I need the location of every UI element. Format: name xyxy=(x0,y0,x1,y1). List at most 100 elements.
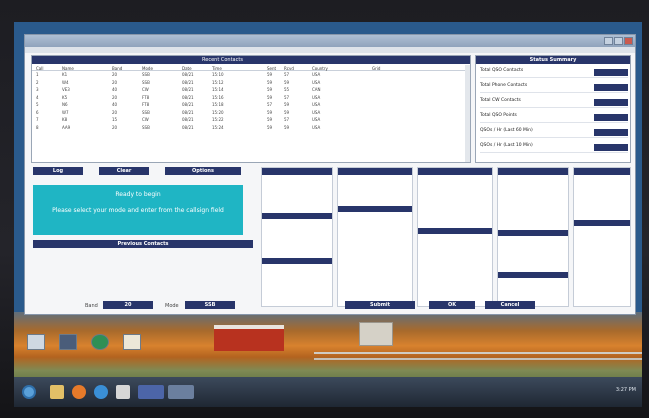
col5-header xyxy=(574,168,630,175)
table-cell: W4 xyxy=(62,79,69,85)
status-row: Total QSO Points xyxy=(480,113,628,123)
status-row-label: Total CW Contacts xyxy=(480,98,521,103)
table-cell: 08/21 xyxy=(182,87,194,92)
options-button[interactable]: Options xyxy=(165,167,241,175)
table-cell: 20 xyxy=(112,72,118,77)
table-col-header[interactable]: Mode xyxy=(142,66,153,71)
table-cell: 08/21 xyxy=(182,124,194,130)
clear-button[interactable]: Clear xyxy=(99,167,149,175)
status-message-title: Ready to begin xyxy=(115,191,161,198)
taskbar-browser-icon[interactable] xyxy=(94,385,108,399)
table-cell: 59 xyxy=(284,109,290,115)
table-cell: 20 xyxy=(112,94,118,100)
start-button[interactable] xyxy=(22,385,36,399)
table-cell: 59 xyxy=(267,87,273,92)
col3-header xyxy=(418,168,492,175)
table-cell: 15:18 xyxy=(212,102,224,107)
table-cell: 08/21 xyxy=(182,102,194,107)
table-cell: 15:24 xyxy=(212,124,224,130)
table-cell: 15:16 xyxy=(212,94,224,100)
taskbar-clock[interactable]: 3:27 PM xyxy=(616,387,636,393)
table-row[interactable]: 5 N6 40 FT8 08/21 15:18 57 59 USA xyxy=(32,102,470,110)
status-message-body: Please select your mode and enter from t… xyxy=(52,207,224,214)
table-row[interactable]: 8 AA9 20 SSB 08/21 15:24 59 59 USA xyxy=(32,125,470,133)
close-button[interactable] xyxy=(624,37,633,45)
table-cell: 59 xyxy=(284,102,290,107)
table-cell: 59 xyxy=(267,94,273,100)
cancel-button[interactable]: Cancel xyxy=(485,301,535,309)
submit-button[interactable]: Submit xyxy=(345,301,415,309)
table-col-header[interactable]: Time xyxy=(212,66,222,71)
table-cell: 4 xyxy=(36,94,39,100)
table-cell: 55 xyxy=(284,87,290,92)
taskbar-window2-icon[interactable] xyxy=(168,385,194,399)
previous-contacts-header: Previous Contacts xyxy=(33,240,253,248)
log-button[interactable]: Log xyxy=(33,167,83,175)
table-cell: SSB xyxy=(142,109,150,115)
table-cell: 8 xyxy=(36,124,39,130)
taskbar-folder-icon[interactable] xyxy=(50,385,64,399)
desktop-icon-user[interactable] xyxy=(54,334,82,356)
menu-bar xyxy=(25,47,635,53)
table-col-header[interactable]: Grid xyxy=(372,66,380,71)
table-row[interactable]: 3 VE3 40 CW 08/21 15:14 59 55 CAN xyxy=(32,87,470,95)
mode-value[interactable]: SSB xyxy=(185,301,235,309)
table-cell: SSB xyxy=(142,124,150,130)
taskbar-app-icon[interactable] xyxy=(116,385,130,399)
table-cell: 15 xyxy=(112,117,118,122)
table-cell: USA xyxy=(312,102,321,107)
desktop-icon-document[interactable] xyxy=(118,334,146,356)
table-cell: CW xyxy=(142,117,149,122)
table-cell: 40 xyxy=(112,102,118,107)
maximize-button[interactable] xyxy=(614,37,623,45)
col5-sub-header xyxy=(574,220,630,226)
table-col-header[interactable]: Name xyxy=(62,66,74,71)
logger-window: Recent Contacts Call Name Band Mode Date Time… xyxy=(24,34,636,315)
band-label: Band xyxy=(85,303,98,309)
table-col-header[interactable]: Rcvd xyxy=(284,66,294,71)
table-col-header[interactable]: Sent xyxy=(267,66,276,71)
table-cell: 08/21 xyxy=(182,94,194,100)
minimize-button[interactable] xyxy=(604,37,613,45)
desktop-icon-app[interactable] xyxy=(86,334,114,356)
table-row[interactable]: 4 K5 20 FT8 08/21 15:16 59 57 USA xyxy=(32,95,470,103)
wallpaper-barn xyxy=(214,325,284,351)
computer-icon xyxy=(27,334,45,350)
table-cell: 15:22 xyxy=(212,117,224,122)
status-row-label: Total Phone Contacts xyxy=(480,83,528,88)
table-cell: K8 xyxy=(62,117,68,122)
col1-header xyxy=(262,168,332,175)
table-body: 1 K1 20 SSB 08/21 15:10 59 57 USA 2 W4 20 SSB 08/21 15… xyxy=(32,72,470,132)
table-cell: 3 xyxy=(36,87,39,92)
taskbar-window-icon[interactable] xyxy=(138,385,164,399)
window-titlebar xyxy=(25,35,635,47)
table-cell: USA xyxy=(312,72,321,77)
table-row[interactable]: 2 W4 20 SSB 08/21 15:12 59 59 USA xyxy=(32,80,470,88)
band-value[interactable]: 20 xyxy=(103,301,153,309)
desktop-icon-computer[interactable] xyxy=(22,334,50,356)
table-row[interactable]: 1 K1 20 SSB 08/21 15:10 59 57 USA xyxy=(32,72,470,80)
ok-button[interactable]: OK xyxy=(429,301,475,309)
table-cell: 7 xyxy=(36,117,39,122)
table-cell: 57 xyxy=(284,117,290,122)
taskbar-media-icon[interactable] xyxy=(72,385,86,399)
table-row[interactable]: 7 K8 15 CW 08/21 15:22 59 57 USA xyxy=(32,117,470,125)
table-cell: 6 xyxy=(36,109,39,115)
table-cell: 59 xyxy=(267,124,273,130)
table-cell: VE3 xyxy=(62,87,70,92)
table-col-header[interactable]: Country xyxy=(312,66,328,71)
table-cell: N6 xyxy=(62,102,68,107)
table-cell: FT8 xyxy=(142,102,150,107)
table-cell: CW xyxy=(142,87,149,92)
table-col-header[interactable]: Call xyxy=(36,66,43,71)
status-row-value xyxy=(594,114,628,121)
table-scrollbar[interactable] xyxy=(465,65,470,162)
table-col-header[interactable]: Date xyxy=(182,66,192,71)
mode-label: Mode xyxy=(165,303,179,309)
table-cell: 59 xyxy=(267,117,273,122)
table-cell: 1 xyxy=(36,72,39,77)
status-row-value xyxy=(594,69,628,76)
table-col-header[interactable]: Band xyxy=(112,66,122,71)
table-cell: 08/21 xyxy=(182,79,194,85)
table-row[interactable]: 6 W7 20 SSB 08/21 15:20 59 59 USA xyxy=(32,110,470,118)
